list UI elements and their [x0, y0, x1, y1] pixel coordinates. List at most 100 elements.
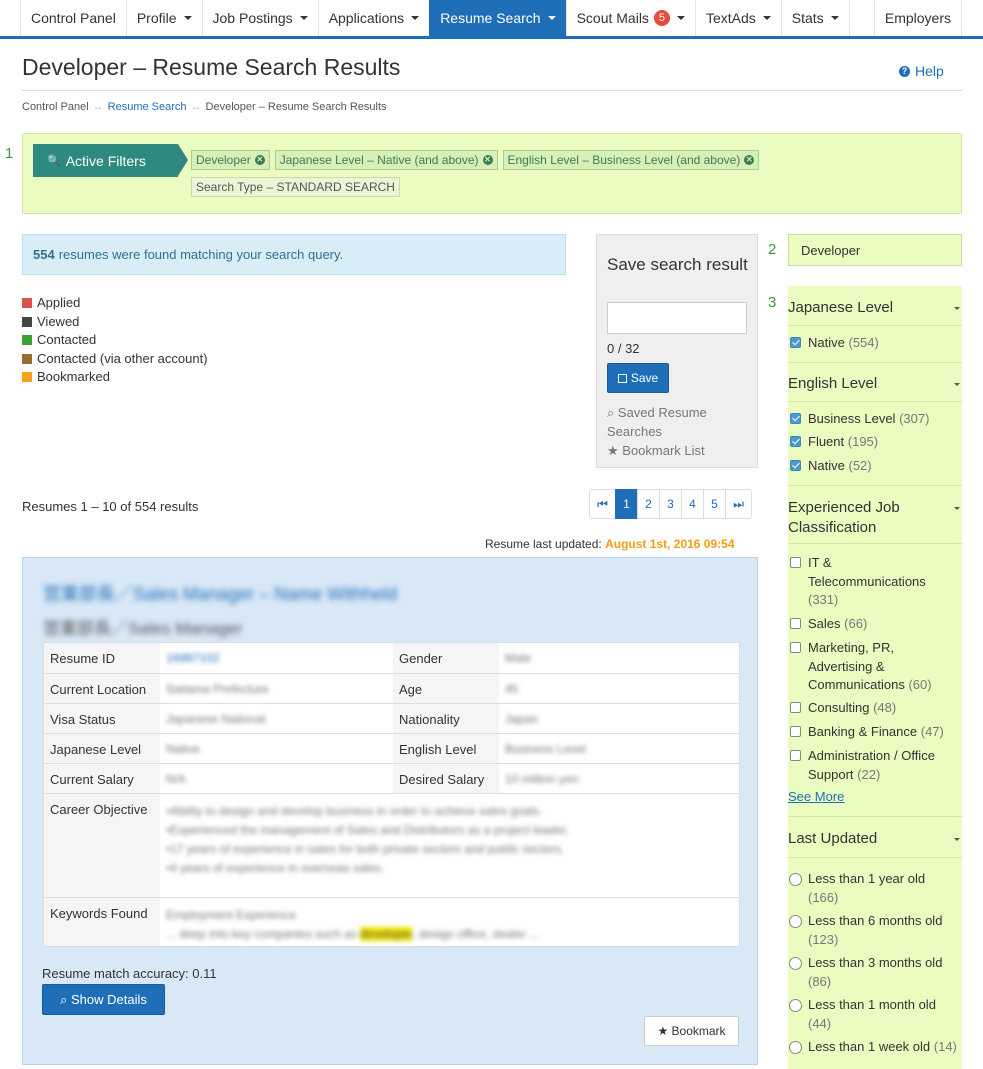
nav-label: Resume Search: [440, 10, 541, 26]
breadcrumb-resume-search[interactable]: Resume Search: [108, 101, 187, 113]
filter-option[interactable]: Less than 1 week old (14): [788, 1038, 958, 1057]
field-value: Business Level: [505, 742, 586, 756]
option-label: Less than 1 year old: [808, 871, 926, 886]
checkbox[interactable]: [790, 726, 801, 737]
resume-title-link[interactable]: 営業部長／Sales Manager – Name Withheld: [43, 580, 397, 606]
filter-chip[interactable]: Japanese Level – Native (and above) ✕: [274, 150, 498, 170]
step-number: 1: [5, 145, 14, 162]
nav-textads[interactable]: TextAds: [694, 0, 781, 36]
checkbox[interactable]: [790, 436, 801, 447]
nav-label: Job Postings: [212, 10, 293, 26]
radio-button[interactable]: [789, 1041, 802, 1054]
page-button[interactable]: 5: [703, 489, 726, 519]
checkbox[interactable]: [790, 750, 801, 761]
nav-resume-search[interactable]: Resume Search: [429, 0, 566, 36]
resume-id-value[interactable]: 16987102: [160, 643, 219, 673]
nav-profile[interactable]: Profile: [125, 0, 202, 36]
saved-searches-link[interactable]: ⌕ Saved Resume Searches: [607, 403, 747, 441]
filter-option[interactable]: Banking & Finance (47): [788, 723, 962, 742]
bookmark-list-link[interactable]: ★ Bookmark List: [607, 441, 705, 460]
resume-subtitle: 営業部長／Sales Manager: [43, 619, 243, 638]
nav-employers[interactable]: Employers: [873, 0, 962, 36]
results-range: Resumes 1 – 10 of 554 results: [22, 499, 199, 514]
radio-button[interactable]: [789, 873, 802, 886]
checkbox[interactable]: [790, 337, 801, 348]
page-button[interactable]: 1: [615, 489, 638, 519]
filter-option[interactable]: IT & Telecommunications (331): [788, 554, 948, 610]
objective-line: •17 years of experience in sales for bot…: [166, 842, 565, 856]
checkbox[interactable]: [790, 618, 801, 629]
checkbox[interactable]: [790, 413, 801, 424]
filter-option[interactable]: Marketing, PR, Advertising & Communicati…: [788, 639, 956, 695]
active-filters-button[interactable]: 🔍 Active Filters: [33, 144, 188, 177]
saved-searches-label: Saved Resume Searches: [607, 405, 707, 439]
filter-section-title[interactable]: English Level: [788, 374, 877, 394]
option-count: (331): [808, 592, 839, 607]
nav-control-panel[interactable]: Control Panel: [20, 0, 126, 36]
keyword-filter[interactable]: Developer: [788, 234, 962, 266]
option-count: (14): [933, 1039, 957, 1054]
nav-scout-mails[interactable]: Scout Mails 5: [565, 0, 695, 36]
filter-chip[interactable]: English Level – Business Level (and abov…: [502, 150, 760, 170]
filter-option[interactable]: Less than 1 month old (44): [788, 996, 958, 1033]
table-row: Career Objective •Ability to design and …: [44, 793, 739, 897]
nav-label: Profile: [136, 10, 177, 26]
filter-option[interactable]: Less than 1 year old (166): [788, 870, 958, 907]
option-label: Native: [808, 335, 845, 350]
see-more-link[interactable]: See More: [788, 789, 844, 804]
radio-button[interactable]: [789, 957, 802, 970]
help-link[interactable]: ? Help: [899, 63, 944, 79]
checkbox[interactable]: [790, 702, 801, 713]
caret-down-icon[interactable]: [954, 838, 960, 841]
filter-option[interactable]: Business Level (307): [788, 410, 962, 429]
page-button[interactable]: 2: [637, 489, 660, 519]
filter-section-title[interactable]: Experienced Job Classification: [788, 498, 938, 538]
remove-filter-icon[interactable]: ✕: [482, 155, 493, 165]
radio-button[interactable]: [789, 915, 802, 928]
filter-option[interactable]: Native (554): [788, 334, 962, 353]
filter-option[interactable]: Less than 6 months old (123): [788, 912, 958, 949]
filter-option[interactable]: Native (52): [788, 457, 962, 476]
breadcrumb-control-panel[interactable]: Control Panel: [22, 101, 89, 113]
checkbox[interactable]: [790, 557, 801, 568]
checkbox[interactable]: [790, 642, 801, 653]
filter-option[interactable]: Administration / Office Support (22): [788, 747, 962, 784]
filter-option[interactable]: Less than 3 months old (86): [788, 954, 958, 991]
show-details-button[interactable]: ⌕ Show Details: [42, 984, 165, 1015]
remove-filter-icon[interactable]: ✕: [254, 155, 265, 165]
filter-chip[interactable]: Developer ✕: [191, 150, 270, 170]
save-button[interactable]: Save: [607, 363, 669, 393]
caret-down-icon[interactable]: [954, 507, 960, 510]
filter-section-title[interactable]: Last Updated: [788, 829, 877, 849]
nav-stats[interactable]: Stats: [780, 0, 850, 36]
field-value: Japanese National: [166, 712, 266, 726]
checkbox[interactable]: [790, 460, 801, 471]
first-page-button[interactable]: ⏮: [589, 489, 616, 519]
filter-option[interactable]: Consulting (48): [788, 699, 962, 718]
bookmark-button[interactable]: ★ Bookmark: [644, 1016, 739, 1046]
filter-option[interactable]: Fluent (195): [788, 433, 962, 452]
remove-filter-icon[interactable]: ✕: [744, 155, 755, 165]
legend-item: Contacted: [22, 331, 208, 350]
section-divider: [788, 485, 962, 486]
save-search-input[interactable]: [607, 302, 747, 334]
radio-button[interactable]: [789, 999, 802, 1012]
nav-job-postings[interactable]: Job Postings: [201, 0, 318, 36]
option-count: (166): [808, 889, 839, 905]
page-button[interactable]: 4: [681, 489, 704, 519]
page-button[interactable]: 3: [659, 489, 682, 519]
legend-label: Contacted (via other account): [37, 350, 208, 366]
option-count: (86): [808, 973, 832, 989]
filter-section-title[interactable]: Japanese Level: [788, 298, 893, 318]
filter-chip-label: Japanese Level – Native (and above): [279, 153, 479, 167]
filter-option[interactable]: Sales (66): [788, 615, 962, 634]
caret-down-icon[interactable]: [954, 307, 960, 310]
keyword-highlight: developer: [360, 927, 413, 941]
nav-applications[interactable]: Applications: [317, 0, 430, 36]
section-divider: [788, 816, 962, 817]
caret-down-icon: [299, 16, 308, 20]
last-page-button[interactable]: ⏭: [725, 489, 752, 519]
field-label: Keywords Found: [44, 898, 160, 946]
caret-down-icon[interactable]: [954, 383, 960, 386]
caret-down-icon: [547, 16, 556, 20]
